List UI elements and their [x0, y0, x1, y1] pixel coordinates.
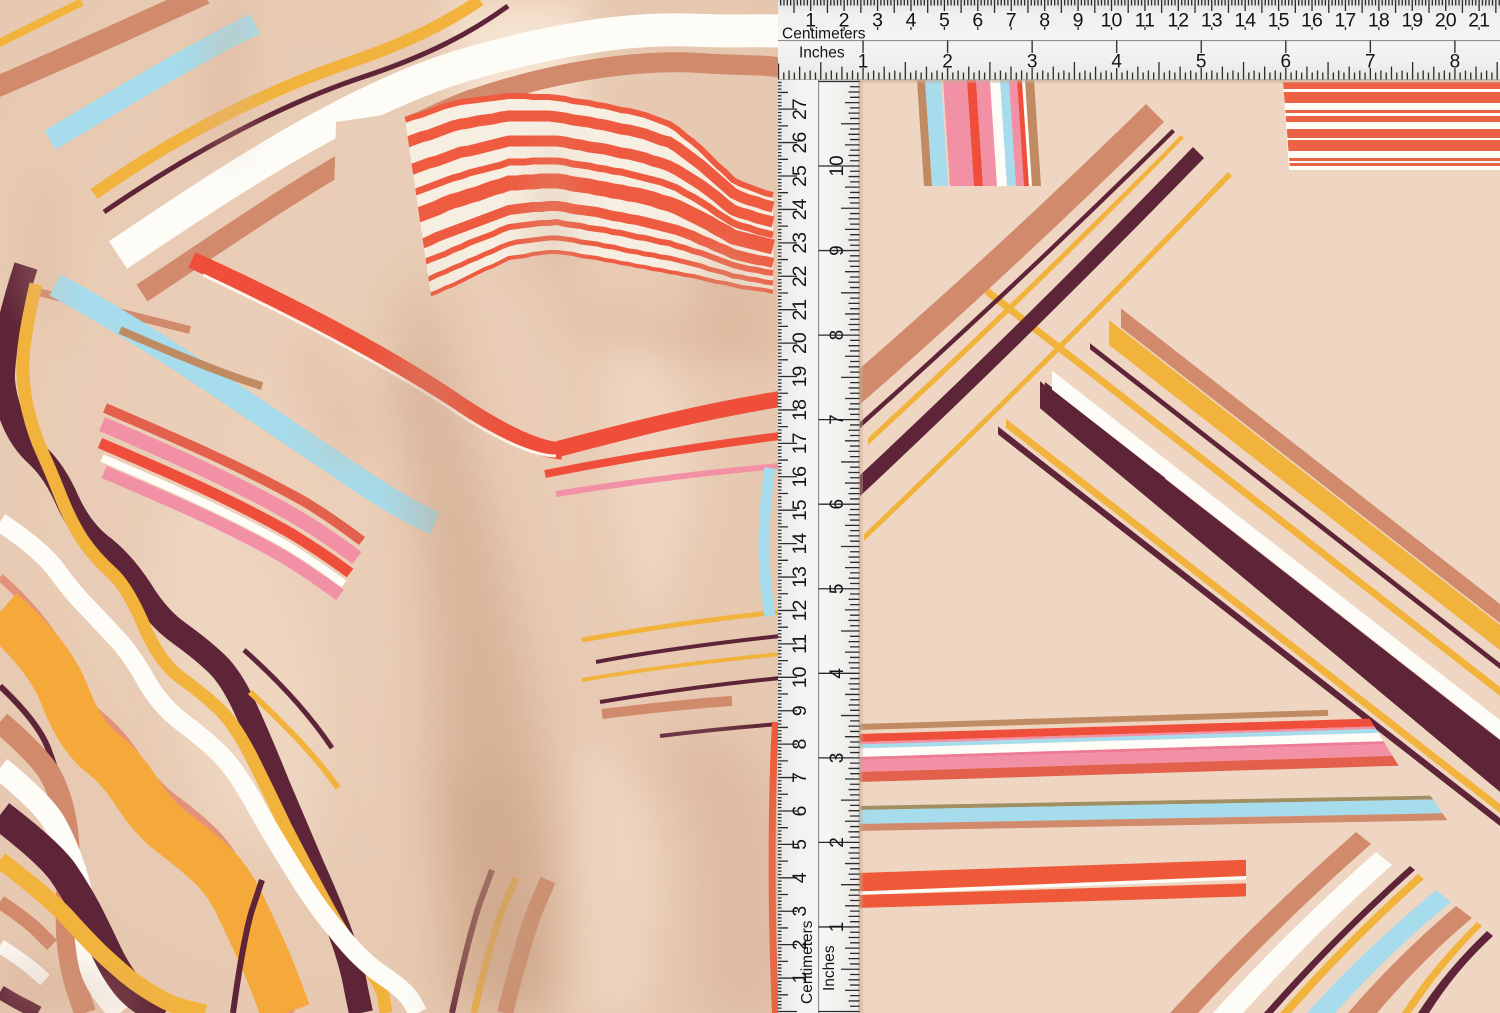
svg-text:14: 14	[1234, 10, 1256, 32]
svg-text:9: 9	[827, 245, 848, 256]
svg-text:18: 18	[789, 399, 811, 421]
svg-text:15: 15	[789, 499, 811, 521]
svg-text:1: 1	[827, 922, 848, 933]
svg-text:27: 27	[789, 98, 811, 120]
svg-text:17: 17	[1335, 10, 1357, 32]
svg-text:12: 12	[789, 600, 811, 622]
svg-text:13: 13	[1201, 10, 1223, 32]
svg-text:5: 5	[1196, 52, 1207, 73]
svg-text:7: 7	[789, 772, 811, 783]
svg-text:3: 3	[827, 753, 848, 764]
svg-text:2: 2	[942, 52, 953, 73]
svg-text:22: 22	[789, 265, 811, 287]
svg-text:1: 1	[858, 52, 869, 73]
svg-text:23: 23	[789, 232, 811, 254]
svg-text:8: 8	[1450, 52, 1461, 73]
svg-text:8: 8	[1039, 10, 1050, 32]
svg-text:Centimeters: Centimeters	[782, 26, 866, 43]
svg-text:2: 2	[827, 837, 848, 848]
svg-text:5: 5	[939, 10, 950, 32]
svg-text:18: 18	[1368, 10, 1390, 32]
svg-text:20: 20	[789, 332, 811, 354]
svg-text:Centimeters: Centimeters	[799, 920, 816, 1004]
svg-text:4: 4	[906, 10, 917, 32]
svg-text:11: 11	[1135, 10, 1155, 32]
svg-text:13: 13	[789, 566, 811, 588]
svg-text:17: 17	[789, 433, 811, 455]
svg-text:19: 19	[789, 366, 811, 388]
svg-text:10: 10	[1101, 10, 1123, 32]
svg-text:20: 20	[1435, 10, 1457, 32]
svg-text:9: 9	[789, 705, 811, 716]
svg-text:3: 3	[789, 906, 811, 917]
svg-text:Inches: Inches	[821, 945, 838, 991]
svg-text:8: 8	[827, 330, 848, 341]
svg-text:8: 8	[789, 739, 811, 750]
svg-text:6: 6	[789, 806, 811, 817]
svg-text:10: 10	[789, 666, 811, 688]
svg-text:5: 5	[827, 584, 848, 595]
svg-text:11: 11	[789, 634, 811, 654]
svg-text:7: 7	[1006, 10, 1017, 32]
svg-text:6: 6	[972, 10, 983, 32]
svg-text:7: 7	[827, 414, 848, 425]
svg-text:5: 5	[789, 839, 811, 850]
svg-text:16: 16	[1301, 10, 1323, 32]
svg-text:9: 9	[1073, 10, 1084, 32]
svg-text:4: 4	[789, 872, 811, 883]
svg-text:3: 3	[1027, 52, 1038, 73]
svg-text:4: 4	[827, 668, 848, 679]
svg-text:24: 24	[789, 198, 811, 220]
svg-text:21: 21	[789, 299, 811, 321]
svg-text:3: 3	[872, 10, 883, 32]
svg-text:4: 4	[1111, 52, 1122, 73]
svg-text:6: 6	[1281, 52, 1292, 73]
svg-text:15: 15	[1268, 10, 1290, 32]
svg-text:16: 16	[789, 466, 811, 488]
svg-text:25: 25	[789, 165, 811, 187]
svg-text:7: 7	[1365, 52, 1376, 73]
svg-text:19: 19	[1401, 10, 1423, 32]
svg-text:21: 21	[1468, 10, 1490, 32]
svg-text:Inches: Inches	[799, 45, 845, 62]
svg-text:6: 6	[827, 499, 848, 510]
svg-text:26: 26	[789, 132, 811, 154]
svg-text:14: 14	[789, 533, 811, 555]
svg-text:10: 10	[827, 155, 848, 176]
svg-text:12: 12	[1167, 10, 1189, 32]
